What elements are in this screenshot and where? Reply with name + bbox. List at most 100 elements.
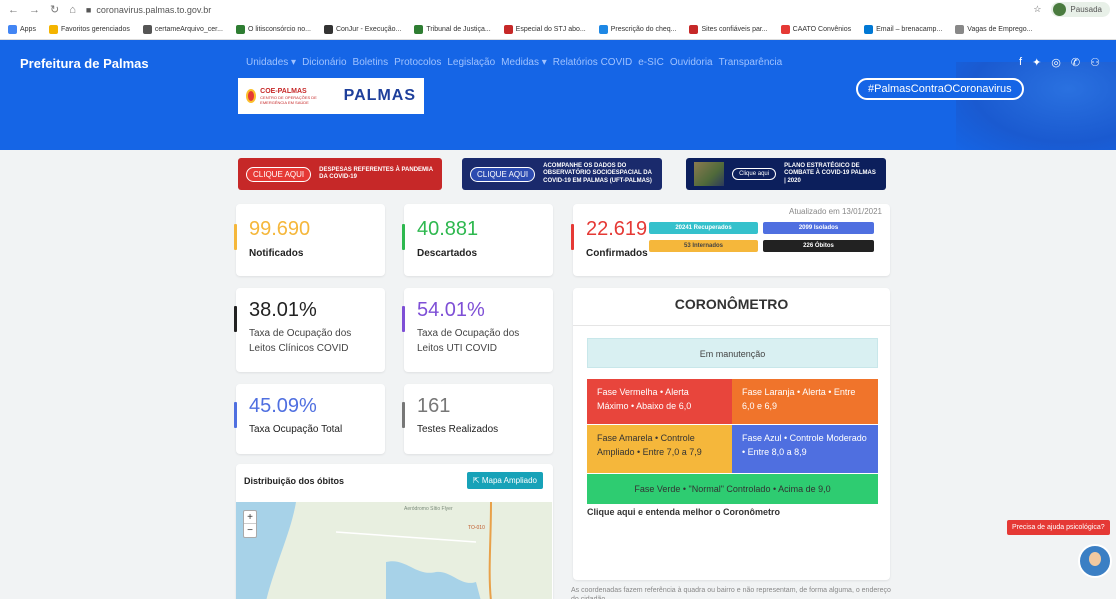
bookmark-label: Prescrição do cheq... [610,25,677,33]
bookmark-item[interactable]: O litisconsórcio no... [235,24,311,34]
bookmark-item[interactable]: Vagas de Emprego... [955,24,1033,34]
header-image [956,62,1116,150]
stat-value: 38.01% [249,299,317,321]
bookmark-label: certameArquivo_cer... [154,25,223,33]
banner-cta-button[interactable]: Clique aqui [732,168,777,180]
coronometro-title: CORONÔMETRO [674,296,789,312]
banner-cta-button[interactable]: CLIQUE AQUI [246,166,312,182]
bookmark-item[interactable]: Especial do STJ abo... [503,24,586,34]
instagram-icon[interactable]: ◎ [1051,56,1061,69]
menu-item[interactable]: Transparência [719,57,783,68]
help-avatar-icon[interactable] [1078,544,1112,578]
user-icon[interactable]: ⚇ [1090,56,1100,69]
bookmark-icon [323,24,333,34]
coe-logo-subtitle: CENTRO DE OPERAÇÕES DE EMERGÊNCIA EM SAÚ… [260,94,317,105]
phase-blue: Fase Azul • Controle Moderado • Entre 8,… [732,425,878,473]
map-place-label: Aeródromo Sítio Flyer [404,506,453,512]
water-shape [386,561,481,599]
banner-observatorio[interactable]: CLIQUE AQUI ACOMPANHE OS DADOS DO OBSERV… [462,158,662,190]
logo-strip: COE-PALMAS CENTRO DE OPERAÇÕES DE EMERGÊ… [238,78,424,114]
bookmark-icon [689,24,699,34]
map-view[interactable]: Aeródromo Sítio Flyer TO-010 + − [236,502,552,599]
bookmark-item[interactable]: Sites confiáveis par... [689,24,768,34]
coronometro-status: Em manutenção [587,338,878,368]
lock-icon: ■ [85,4,92,15]
card-leitos-uti: 54.01% Taxa de Ocupação dos Leitos UTI C… [402,288,553,372]
card-confirmados: Atualizado em 13/01/2021 22.619 Confirma… [571,204,890,276]
menu-item[interactable]: Medidas ▾ [501,57,547,68]
bookmark-item[interactable]: Prescrição do cheq... [598,24,677,34]
map-road-label: TO-010 [468,525,485,531]
bookmark-item[interactable]: Apps [8,24,36,34]
menu-item[interactable]: Boletins [353,57,389,68]
bookmark-label: Apps [20,25,36,33]
forward-icon[interactable]: → [29,4,40,16]
accent-bar [402,402,405,428]
coronometro-card: CORONÔMETRO Em manutenção Fase Vermelha … [573,288,890,580]
card-ocupacao-total: 45.09% Taxa Ocupação Total [234,384,385,454]
zoom-in-button[interactable]: + [244,511,256,524]
menu-item[interactable]: Protocolos [394,57,441,68]
whatsapp-icon[interactable]: ✆ [1071,56,1080,69]
banner-cta-button[interactable]: CLIQUE AQUI [470,166,536,182]
menu-item[interactable]: Unidades ▾ [246,57,296,68]
zoom-out-button[interactable]: − [244,524,256,537]
stat-label: Testes Realizados [417,424,499,435]
menu-item[interactable]: Dicionário [302,57,346,68]
browser-chrome: ← → ↻ ⌂ ■ coronavirus.palmas.to.gov.br ☆… [0,0,1116,40]
star-icon[interactable]: ☆ [1033,4,1041,15]
site-brand[interactable]: Prefeitura de Palmas [20,56,149,71]
palmas-logo: PALMAS [343,87,416,104]
phase-yellow: Fase Amarela • Controle Ampliado • Entre… [587,425,732,473]
stat-value: 99.690 [249,218,311,240]
bookmark-label: CAATO Convênios [792,25,852,33]
bookmark-icon [235,24,245,34]
bookmark-icon [780,24,790,34]
menu-item[interactable]: Ouvidoria [670,57,713,68]
bookmark-item[interactable]: ConJur - Execução... [323,24,401,34]
address-bar: ← → ↻ ⌂ ■ coronavirus.palmas.to.gov.br ☆… [0,0,1116,19]
accent-bar [234,402,237,428]
menu-item[interactable]: Legislação [447,57,495,68]
bookmark-item[interactable]: CAATO Convênios [780,24,852,34]
stat-label: Notificados [249,248,304,259]
card-descartados: 40.881 Descartados [402,204,553,276]
phase-green: Fase Verde • "Normal" Controlado • Acima… [587,474,878,504]
card-leitos-clinicos: 38.01% Taxa de Ocupação dos Leitos Clíni… [234,288,385,372]
stat-label: Taxa de Ocupação dos Leitos Clínicos COV… [249,328,352,354]
stat-value: 54.01% [417,299,485,321]
map-expand-button[interactable]: ⇱ Mapa Ampliado [466,472,543,489]
page-content: Prefeitura de Palmas Unidades ▾ Dicionári… [0,40,1116,599]
reload-icon[interactable]: ↻ [50,3,59,16]
bookmark-label: Favoritos gerenciados [60,25,130,33]
back-icon[interactable]: ← [8,4,19,16]
facebook-icon[interactable]: f [1019,56,1022,69]
bookmark-item[interactable]: Email – brenacamp... [864,24,942,34]
stat-value: 40.881 [417,218,479,240]
map-card: Distribuição dos óbitos ⇱ Mapa Ampliado … [236,464,553,599]
menu-item[interactable]: Relatórios COVID [553,57,632,68]
stat-value: 45.09% [249,395,317,417]
site-header: Prefeitura de Palmas Unidades ▾ Dicionári… [0,40,1116,150]
bookmark-item[interactable]: Tribunal de Justiça... [414,24,491,34]
bookmark-icon [8,24,17,34]
bookmark-item[interactable]: certameArquivo_cer... [142,24,223,34]
bookmark-item[interactable]: Favoritos gerenciados [48,24,130,34]
bookmark-icon [864,24,874,34]
coe-logo: COE-PALMAS CENTRO DE OPERAÇÕES DE EMERGÊ… [246,88,326,105]
twitter-icon[interactable]: ✦ [1032,56,1041,69]
chip-isolados: 2099 Isolados [763,222,874,234]
menu-item[interactable]: e-SIC [638,57,664,68]
updated-date: Atualizado em 13/01/2021 [789,207,882,216]
url-text: coronavirus.palmas.to.gov.br [96,4,212,15]
social-links: f ✦ ◎ ✆ ⚇ [1019,56,1100,69]
home-icon[interactable]: ⌂ [69,4,76,16]
coronometro-link[interactable]: Clique aqui e entenda melhor o Coronômet… [587,507,780,517]
bookmark-icon [48,24,58,34]
profile-button[interactable]: Pausada [1051,2,1110,17]
stat-value: 161 [417,395,451,417]
banner-plano-estrategico[interactable]: Clique aqui PLANO ESTRATÉGICO DE COMBATE… [686,158,886,190]
url-field[interactable]: ■ coronavirus.palmas.to.gov.br [86,5,211,15]
banner-despesas[interactable]: CLIQUE AQUI DESPESAS REFERENTES À PANDEM… [238,158,442,190]
help-button[interactable]: Precisa de ajuda psicológica? [1007,520,1110,535]
